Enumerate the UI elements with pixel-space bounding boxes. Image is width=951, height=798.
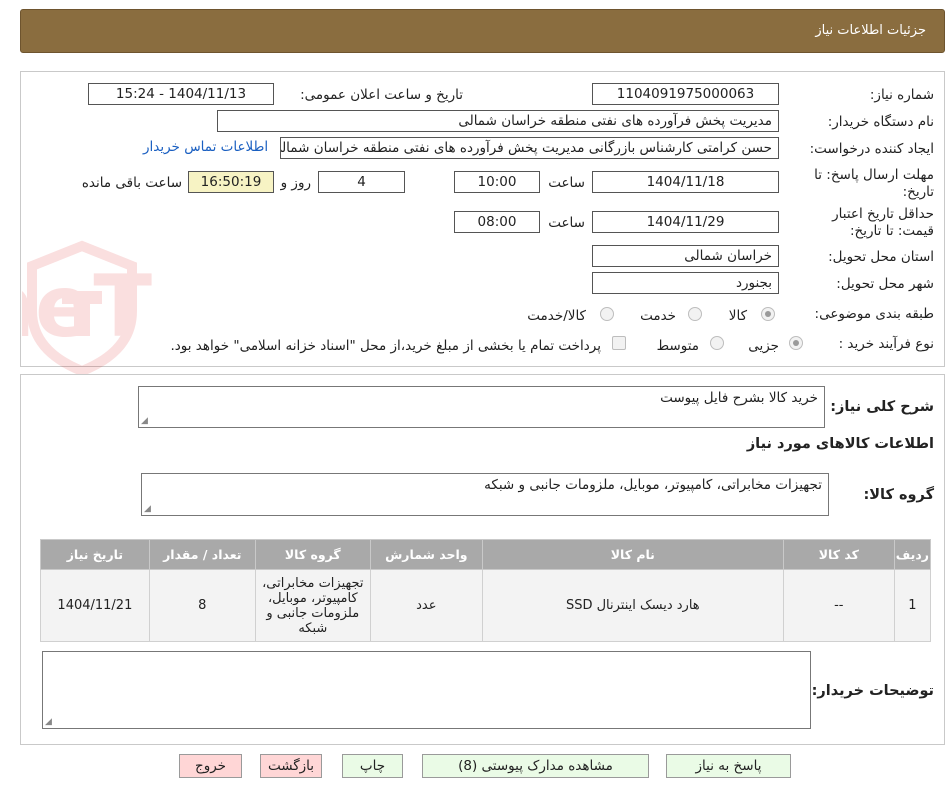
summary-field: خرید کالا بشرح فایل پیوست ◢: [138, 386, 825, 428]
back-button[interactable]: بازگشت: [260, 754, 322, 778]
table-cell: --: [782, 569, 895, 642]
table-cell: تجهیزات مخابراتی، کامپیوتر، موبایل، ملزو…: [254, 569, 371, 642]
category-goods-label: کالا: [728, 308, 747, 324]
deadline-days-label: روز و: [280, 175, 311, 191]
category-goods-radio[interactable]: [761, 307, 775, 321]
category-label: طبقه بندی موضوعی:: [814, 306, 934, 322]
table-cell: هارد دیسک اینترنال SSD: [481, 569, 784, 642]
buyer-org-field: مدیریت پخش فرآورده های نفتی منطقه خراسان…: [217, 110, 779, 132]
goods-group-text: تجهیزات مخابراتی، کامپیوتر، موبایل، ملزو…: [484, 477, 822, 493]
column-header: نام کالا: [481, 539, 784, 570]
table-cell: 8: [148, 569, 256, 642]
deadline-label-line1: مهلت ارسال پاسخ: تا: [814, 167, 934, 183]
validity-time-field: 08:00: [454, 211, 540, 233]
goods-group-label: گروه کالا:: [863, 487, 934, 503]
summary-label: شرح کلی نیاز:: [830, 399, 934, 415]
treasury-checkbox[interactable]: [612, 336, 626, 350]
buyer-org-label: نام دستگاه خریدار:: [827, 114, 934, 130]
page-title: جزئیات اطلاعات نیاز: [815, 23, 926, 38]
announce-label: تاریخ و ساعت اعلان عمومی:: [300, 87, 463, 103]
column-header: کد کالا: [782, 539, 895, 570]
resize-grip-icon[interactable]: ◢: [144, 504, 151, 514]
validity-label-line2: قیمت: تا تاریخ:: [850, 223, 934, 239]
need-number-label: شماره نیاز:: [869, 87, 934, 103]
category-service-label: خدمت: [640, 308, 676, 324]
goods-group-field: تجهیزات مخابراتی، کامپیوتر، موبایل، ملزو…: [141, 473, 829, 516]
validity-time-label: ساعت: [548, 215, 585, 231]
column-header: ردیف: [893, 539, 932, 570]
process-medium-radio[interactable]: [710, 336, 724, 350]
requester-field: حسن کرامتی کارشناس بازرگانی مدیریت پخش ف…: [280, 137, 779, 159]
table-row: 1 -- هارد دیسک اینترنال SSD عدد تجهیزات …: [40, 569, 932, 642]
column-header: واحد شمارش: [369, 539, 483, 570]
goods-table: ردیف کد کالا نام کالا واحد شمارش گروه کا…: [40, 539, 932, 642]
buyer-notes-field: ◢: [42, 651, 811, 729]
attachments-button[interactable]: مشاهده مدارک پیوستی (8): [422, 754, 649, 778]
column-header: تاریخ نیاز: [40, 539, 150, 570]
province-field: خراسان شمالی: [592, 245, 779, 267]
deadline-time-label: ساعت: [548, 175, 585, 191]
process-medium-label: متوسط: [656, 338, 699, 354]
process-minor-label: جزیی: [748, 338, 779, 354]
reply-button[interactable]: پاسخ به نیاز: [666, 754, 791, 778]
table-cell: 1: [893, 569, 932, 642]
column-header: تعداد / مقدار: [148, 539, 256, 570]
resize-grip-icon[interactable]: ◢: [141, 416, 148, 426]
column-header: گروه کالا: [254, 539, 371, 570]
remaining-time-field: 16:50:19: [188, 171, 274, 193]
treasury-note: پرداخت تمام یا بخشی از مبلغ خرید،از محل …: [170, 338, 601, 354]
resize-grip-icon[interactable]: ◢: [45, 717, 52, 727]
buyer-contact-link[interactable]: اطلاعات تماس خریدار: [143, 139, 268, 155]
need-number-field: 1104091975000063: [592, 83, 779, 105]
category-goods-service-label: کالا/خدمت: [527, 308, 586, 324]
table-cell: عدد: [369, 569, 483, 642]
announce-field: 1404/11/13 - 15:24: [88, 83, 274, 105]
buyer-notes-label: توضیحات خریدار:: [811, 683, 934, 699]
city-field: بجنورد: [592, 272, 779, 294]
table-header-row: ردیف کد کالا نام کالا واحد شمارش گروه کا…: [40, 539, 932, 570]
exit-button[interactable]: خروج: [179, 754, 242, 778]
validity-label-line1: حداقل تاریخ اعتبار: [832, 206, 934, 222]
goods-section-title: اطلاعات کالاهای مورد نیاز: [746, 436, 934, 452]
city-label: شهر محل تحویل:: [836, 276, 934, 292]
process-minor-radio[interactable]: [789, 336, 803, 350]
summary-text: خرید کالا بشرح فایل پیوست: [660, 390, 818, 406]
validity-date-field: 1404/11/29: [592, 211, 779, 233]
deadline-time-field: 10:00: [454, 171, 540, 193]
deadline-days-field: 4: [318, 171, 405, 193]
page-header: جزئیات اطلاعات نیاز: [20, 9, 945, 53]
province-label: استان محل تحویل:: [828, 249, 934, 265]
process-label: نوع فرآیند خرید :: [838, 336, 934, 352]
requester-label: ایجاد کننده درخواست:: [809, 141, 934, 157]
deadline-label-line2: تاریخ:: [902, 184, 934, 200]
category-goods-service-radio[interactable]: [600, 307, 614, 321]
remaining-time-label: ساعت باقی مانده: [81, 175, 182, 191]
category-service-radio[interactable]: [688, 307, 702, 321]
print-button[interactable]: چاپ: [342, 754, 403, 778]
table-cell: 1404/11/21: [40, 569, 150, 642]
deadline-date-field: 1404/11/18: [592, 171, 779, 193]
